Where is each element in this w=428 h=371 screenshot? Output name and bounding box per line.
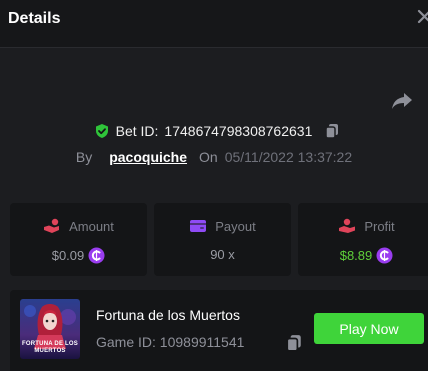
copy-icon[interactable] (285, 334, 303, 352)
payout-label: Payout (215, 218, 256, 234)
on-label: On (199, 149, 218, 165)
coin-icon (88, 247, 105, 264)
profit-card: Profit $8.89 (298, 203, 428, 276)
bet-id-line: Bet ID: 1748674798308762631 (0, 121, 428, 141)
game-thumbnail[interactable]: FORTUNA DE LOS MUERTOS (20, 299, 80, 359)
shield-check-icon (95, 124, 108, 138)
payout-card: Payout 90 x (154, 203, 291, 276)
amount-label: Amount (69, 218, 114, 234)
bet-meta-line: By pacoquiche On 05/11/2022 13:37:22 (0, 147, 428, 167)
coins-hand-icon (44, 218, 60, 233)
game-thumbnail-title: FORTUNA DE LOS MUERTOS (22, 341, 78, 354)
game-id-value: 10989911541 (159, 334, 245, 350)
profit-value: $8.89 (339, 248, 373, 263)
header: Details (0, 0, 428, 48)
payout-value: 90 x (210, 247, 235, 262)
play-now-button[interactable]: Play Now (314, 313, 424, 344)
game-id: Game ID: 10989911541 (96, 334, 244, 350)
profit-person-icon (339, 218, 356, 233)
coin-icon (376, 247, 393, 264)
copy-icon[interactable] (324, 123, 340, 139)
bet-id-label: Bet ID: (115, 123, 159, 139)
share-icon[interactable] (391, 91, 413, 111)
close-icon[interactable] (416, 8, 428, 28)
wallet-icon (190, 220, 207, 232)
bet-id-value: 1748674798308762631 (164, 123, 313, 139)
bet-datetime: 05/11/2022 13:37:22 (224, 149, 353, 165)
amount-value: $0.09 (51, 248, 85, 263)
username-link[interactable]: pacoquiche (109, 149, 187, 165)
details-panel: Details Bet ID: 1748674798308762631 By p… (0, 0, 428, 371)
profit-label: Profit (364, 218, 395, 234)
by-label: By (75, 149, 93, 165)
game-id-label: Game ID: (96, 334, 156, 350)
game-row: FORTUNA DE LOS MUERTOS Fortuna de los Mu… (10, 290, 428, 371)
panel-title: Details (8, 10, 61, 27)
game-name: Fortuna de los Muertos (96, 307, 240, 323)
amount-card: Amount $0.09 (10, 203, 147, 276)
